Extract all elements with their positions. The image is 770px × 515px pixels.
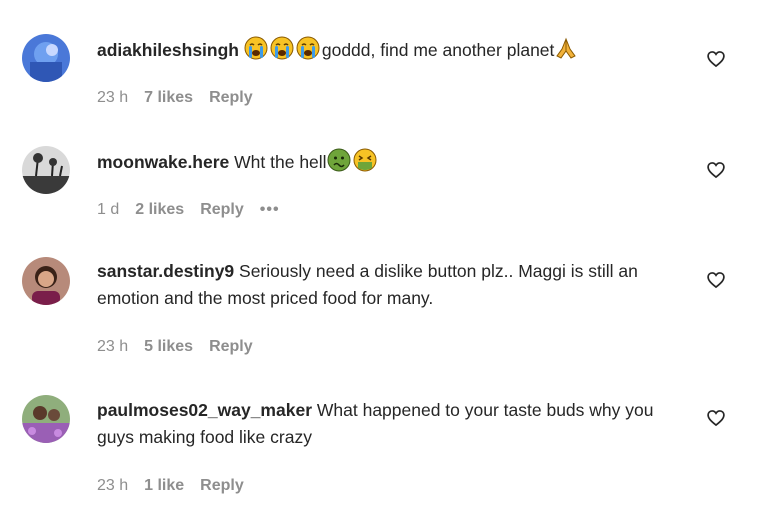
comment-text: sanstar.destiny9 Seriously need a dislik… xyxy=(97,258,687,312)
loudly-crying-face-emoji xyxy=(296,36,320,68)
loudly-crying-face-emoji xyxy=(270,36,294,68)
username[interactable]: paulmoses02_way_maker xyxy=(97,400,312,420)
timestamp: 23 h xyxy=(97,89,129,106)
reply-button[interactable]: Reply xyxy=(200,477,244,494)
comment-text: adiakhileshsingh goddd, find me another … xyxy=(97,36,687,68)
comment-body: goddd, find me another planet xyxy=(321,40,555,60)
comment-item: moonwake.here Wht the hell 1 d 2 likes Rep… xyxy=(0,130,770,240)
username[interactable]: sanstar.destiny9 xyxy=(97,261,234,281)
avatar[interactable] xyxy=(22,395,70,443)
comment-item: adiakhileshsingh goddd, find me another … xyxy=(0,0,770,130)
comment-meta: 23 h 1 like Reply xyxy=(97,476,260,496)
vomiting-face-emoji xyxy=(353,148,377,180)
comment-meta: 23 h 5 likes Reply xyxy=(97,337,269,357)
likes-count[interactable]: 5 likes xyxy=(144,338,193,355)
avatar[interactable] xyxy=(22,146,70,194)
comment-text: paulmoses02_way_maker What happened to y… xyxy=(97,397,687,451)
username[interactable]: adiakhileshsingh xyxy=(97,40,239,60)
comment-item: sanstar.destiny9 Seriously need a dislik… xyxy=(0,240,770,380)
timestamp: 23 h xyxy=(97,338,129,355)
nauseated-face-emoji xyxy=(327,148,351,180)
folded-hands-emoji xyxy=(554,36,578,68)
timestamp: 23 h xyxy=(97,477,129,494)
likes-count[interactable]: 1 like xyxy=(144,477,184,494)
comment-body: Wht the hell xyxy=(234,152,327,172)
comment-text: moonwake.here Wht the hell xyxy=(97,148,687,180)
heart-outline-icon[interactable] xyxy=(706,270,726,290)
reply-button[interactable]: Reply xyxy=(209,338,253,355)
reply-button[interactable]: Reply xyxy=(200,201,244,218)
username[interactable]: moonwake.here xyxy=(97,152,229,172)
avatar[interactable] xyxy=(22,34,70,82)
heart-outline-icon[interactable] xyxy=(706,408,726,428)
reply-button[interactable]: Reply xyxy=(209,89,253,106)
likes-count[interactable]: 7 likes xyxy=(144,89,193,106)
heart-outline-icon[interactable] xyxy=(706,49,726,69)
comment-meta: 1 d 2 likes Reply ••• xyxy=(97,200,296,220)
loudly-crying-face-emoji xyxy=(244,36,268,68)
avatar[interactable] xyxy=(22,257,70,305)
likes-count[interactable]: 2 likes xyxy=(135,201,184,218)
heart-outline-icon[interactable] xyxy=(706,160,726,180)
comment-meta: 23 h 7 likes Reply xyxy=(97,88,269,108)
timestamp: 1 d xyxy=(97,201,120,218)
more-options-icon[interactable]: ••• xyxy=(260,201,280,218)
comment-item: paulmoses02_way_maker What happened to y… xyxy=(0,380,770,515)
